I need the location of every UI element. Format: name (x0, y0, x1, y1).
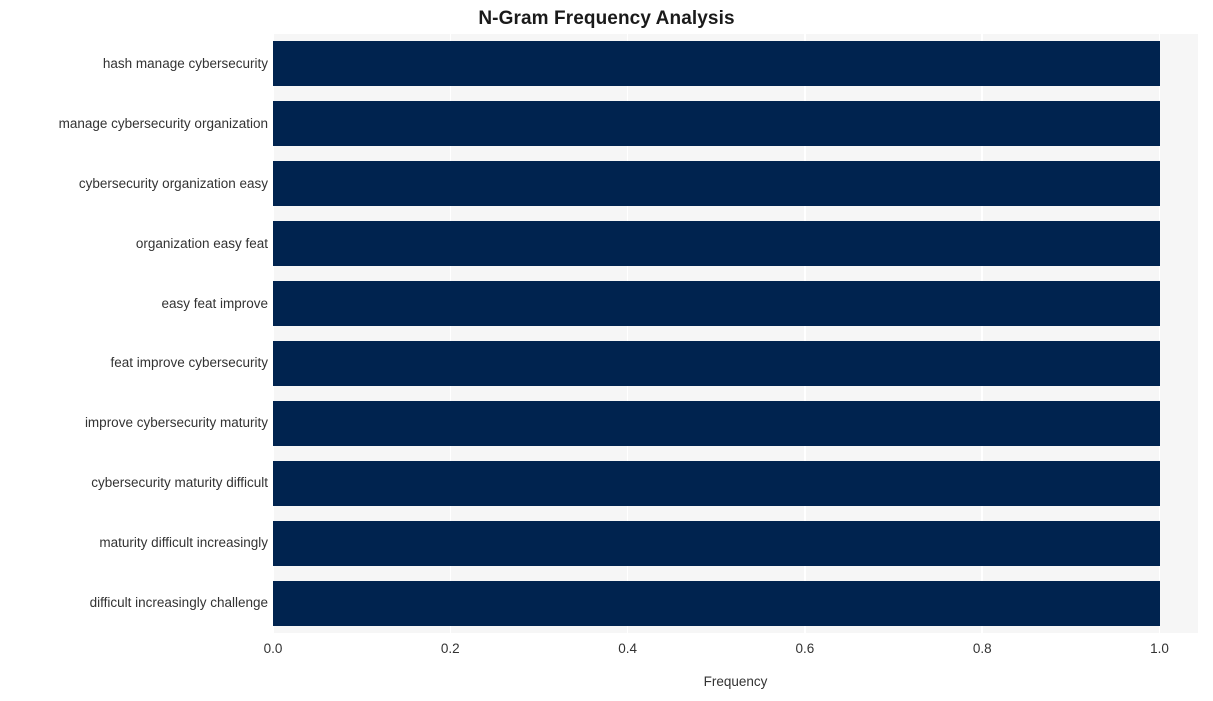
bar[interactable] (273, 460, 1160, 506)
chart-title: N-Gram Frequency Analysis (478, 8, 735, 29)
bar[interactable] (273, 400, 1160, 446)
x-axis-title: Frequency (703, 674, 768, 689)
chart-figure: N-Gram Frequency Analysis hash manage cy… (0, 0, 1213, 701)
bars-layer (273, 34, 1198, 633)
bar[interactable] (273, 41, 1160, 87)
bar-row (273, 41, 1198, 87)
y-axis-tick-label: easy feat improve (161, 295, 268, 311)
y-axis-tick-label: maturity difficult increasingly (99, 535, 268, 551)
x-axis-tick-label: 0.8 (972, 641, 992, 656)
bar-row (273, 340, 1198, 386)
x-axis-tick-labels: 0.0 0.2 0.4 0.6 0.8 1.0 (0, 640, 1213, 660)
y-axis-tick-label: feat improve cybersecurity (110, 355, 268, 371)
bar[interactable] (273, 340, 1160, 386)
bar[interactable] (273, 520, 1160, 566)
bar-row (273, 221, 1198, 267)
y-axis-tick-labels: hash manage cybersecurity manage cybersec… (0, 34, 268, 633)
bar-row (273, 580, 1198, 626)
y-axis-tick-label: difficult increasingly challenge (89, 595, 268, 611)
y-axis-tick-label: cybersecurity organization easy (78, 175, 268, 191)
x-axis-tick-label: 0.4 (618, 641, 637, 656)
bar-row (273, 520, 1198, 566)
y-axis-tick-label: hash manage cybersecurity (102, 55, 268, 71)
y-axis-tick-label: improve cybersecurity maturity (84, 415, 268, 431)
y-axis-tick-label: cybersecurity maturity difficult (91, 475, 268, 491)
bar-row (273, 460, 1198, 506)
y-axis-tick-label: organization easy feat (135, 235, 268, 251)
x-axis-tick-label: 0.6 (795, 641, 815, 656)
x-axis-tick-label: 0.0 (263, 641, 283, 656)
plot-area (272, 34, 1198, 633)
x-axis-tick-label: 1.0 (1150, 641, 1169, 656)
bar[interactable] (273, 221, 1160, 267)
y-axis-tick-label: manage cybersecurity organization (58, 115, 268, 131)
bar-row (273, 400, 1198, 446)
bar-row (273, 281, 1198, 327)
bar[interactable] (273, 580, 1160, 626)
x-axis-tick-label: 0.2 (440, 641, 460, 656)
bar[interactable] (273, 101, 1160, 147)
bar[interactable] (273, 281, 1160, 327)
bar-row (273, 101, 1198, 147)
bar[interactable] (273, 161, 1160, 207)
bar-row (273, 161, 1198, 207)
